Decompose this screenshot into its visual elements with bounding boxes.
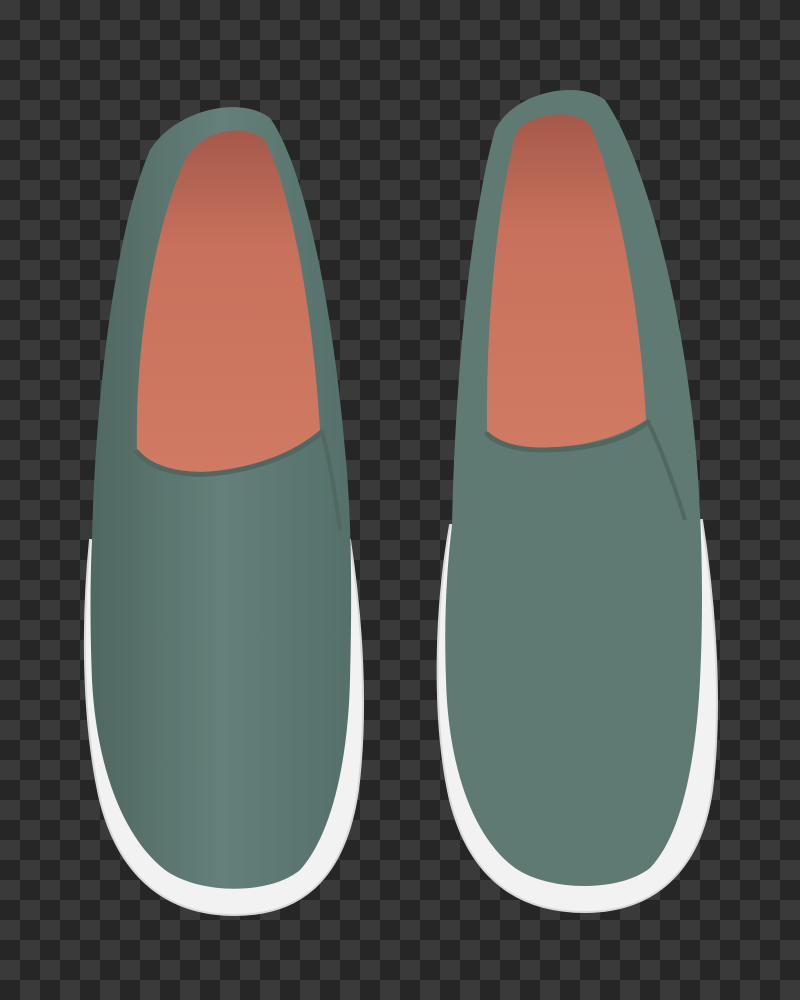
slip-on-shoes-illustration xyxy=(83,90,718,917)
right-shoe xyxy=(436,90,718,914)
left-shoe xyxy=(83,107,365,917)
transparency-checkerboard-background xyxy=(0,0,800,1000)
